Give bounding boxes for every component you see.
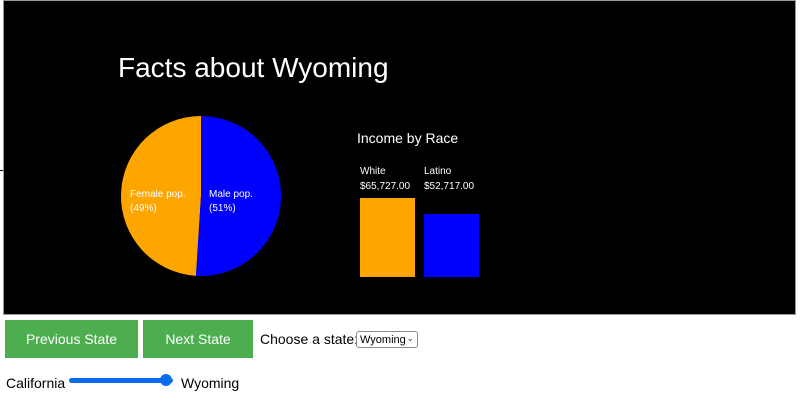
chevron-down-icon: ⌄ bbox=[406, 333, 414, 343]
state-slider-track[interactable] bbox=[69, 378, 173, 383]
next-state-button[interactable]: Next State bbox=[143, 320, 253, 358]
state-slider-thumb[interactable] bbox=[160, 374, 172, 386]
choose-state-label: Choose a state: bbox=[260, 331, 359, 347]
slider-min-label: California bbox=[6, 375, 66, 391]
pie-label-male-percent: (51%) bbox=[209, 203, 236, 214]
previous-state-button[interactable]: Previous State bbox=[5, 320, 138, 358]
income-bar-latino bbox=[424, 214, 479, 277]
income-chart-title: Income by Race bbox=[357, 130, 459, 146]
slider-max-label: Wyoming bbox=[181, 375, 240, 391]
bar-value-latino: $52,717.00 bbox=[424, 181, 475, 192]
bar-category-white: White bbox=[360, 166, 386, 177]
pie-label-male-name: Male pop. bbox=[209, 189, 253, 200]
bar-category-latino: Latino bbox=[424, 166, 452, 177]
pie-label-female: Female pop. (49%) bbox=[130, 188, 186, 216]
page-title: Facts about Wyoming bbox=[118, 52, 389, 83]
income-bar-white bbox=[360, 198, 415, 277]
pie-label-female-percent: (49%) bbox=[130, 203, 157, 214]
pie-label-female-name: Female pop. bbox=[130, 189, 186, 200]
bar-value-white: $65,727.00 bbox=[360, 181, 411, 192]
state-select-value: Wyoming bbox=[360, 333, 406, 346]
pie-label-male: Male pop. (51%) bbox=[209, 188, 253, 216]
state-select[interactable]: Wyoming ⌄ bbox=[356, 331, 418, 348]
